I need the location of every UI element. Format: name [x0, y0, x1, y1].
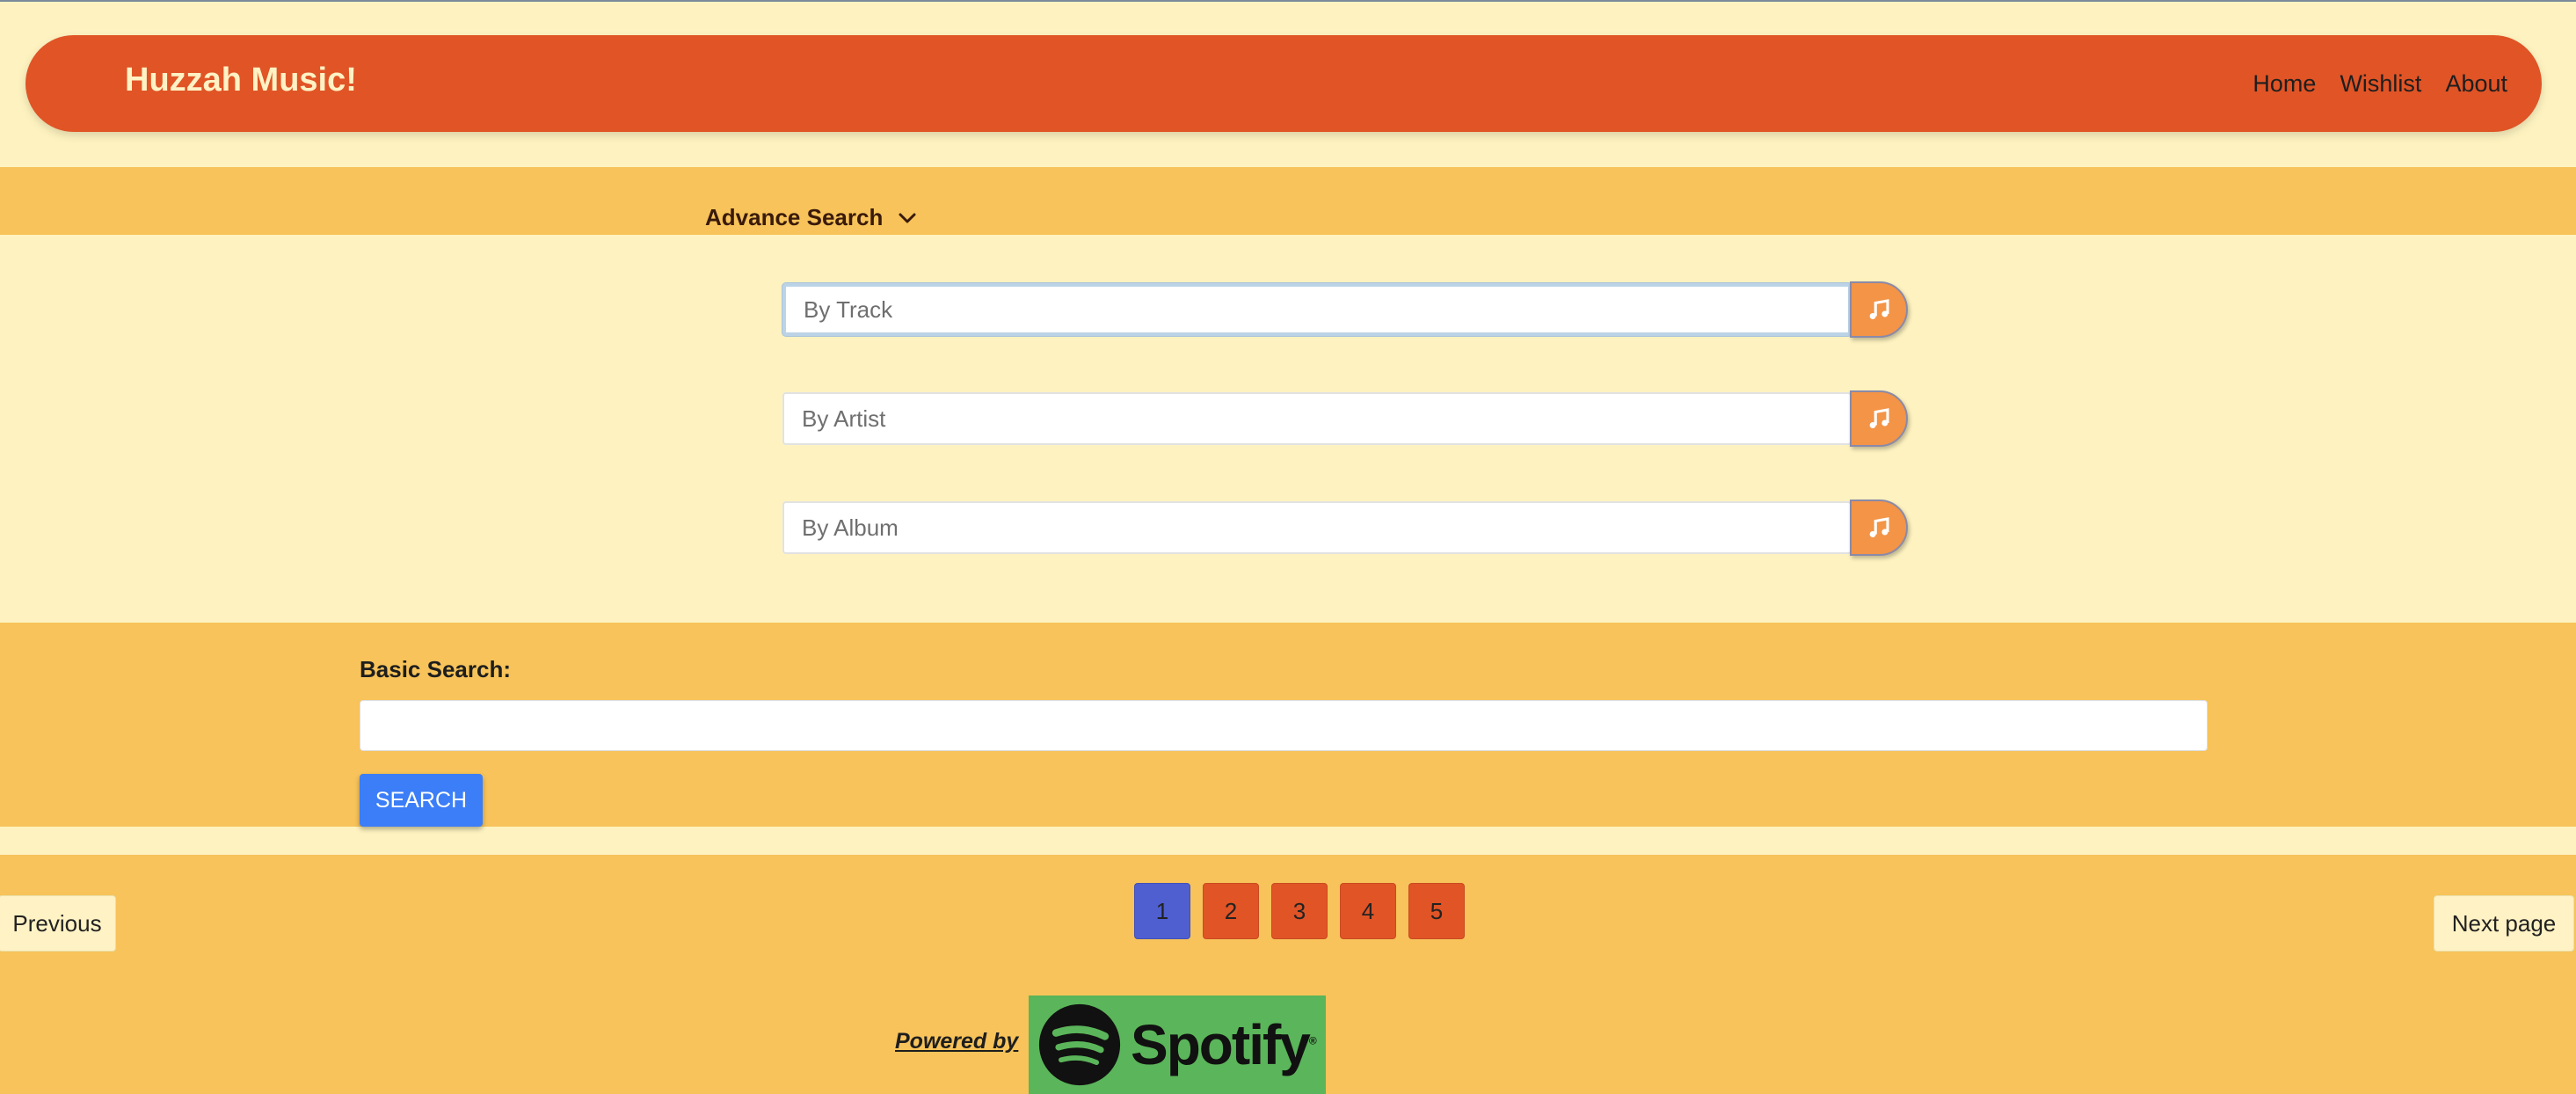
artist-search-row	[782, 390, 1908, 447]
nav-home[interactable]: Home	[2252, 70, 2316, 98]
track-search-input[interactable]	[782, 283, 1852, 336]
music-note-icon	[1869, 299, 1889, 319]
pagination-section: Previous 1 2 3 4 5 Next page Powered by …	[0, 855, 2576, 1094]
next-page-button[interactable]: Next page	[2434, 895, 2574, 952]
registered-mark: ®	[1308, 1034, 1317, 1047]
artist-search-button[interactable]	[1850, 390, 1908, 447]
search-button[interactable]: SEARCH	[360, 774, 483, 827]
spotify-wordmark: Spotify®	[1131, 1012, 1317, 1077]
page-3[interactable]: 3	[1271, 883, 1328, 939]
advanced-search-toggle[interactable]: Advance Search	[705, 204, 918, 231]
basic-search-input[interactable]	[360, 700, 2208, 751]
powered-by-link[interactable]: Powered by	[895, 1029, 1018, 1054]
track-search-row	[782, 281, 1908, 338]
brand-title[interactable]: Huzzah Music!	[125, 62, 357, 99]
previous-button[interactable]: Previous	[0, 895, 116, 952]
basic-search-label: Basic Search:	[360, 656, 511, 682]
nav-about[interactable]: About	[2445, 70, 2507, 98]
music-note-icon	[1869, 408, 1889, 428]
artist-search-input[interactable]	[782, 392, 1852, 445]
page-2[interactable]: 2	[1203, 883, 1259, 939]
advanced-search-label: Advance Search	[705, 204, 884, 230]
advanced-search-panel	[0, 235, 2576, 623]
chevron-down-icon	[899, 213, 916, 222]
album-search-row	[782, 500, 1908, 556]
basic-search-section: Basic Search: SEARCH	[0, 623, 2576, 827]
spotify-logo[interactable]: Spotify®	[1029, 996, 1326, 1094]
album-search-input[interactable]	[782, 501, 1852, 554]
album-search-button[interactable]	[1850, 500, 1908, 556]
music-note-icon	[1869, 517, 1889, 537]
track-search-button[interactable]	[1850, 281, 1908, 338]
spotify-icon	[1038, 1003, 1121, 1086]
advanced-search-bar: Advance Search	[0, 167, 2576, 235]
page-5[interactable]: 5	[1408, 883, 1465, 939]
spotify-wordmark-text: Spotify	[1131, 1013, 1311, 1076]
nav-wishlist[interactable]: Wishlist	[2340, 70, 2421, 98]
page-4[interactable]: 4	[1340, 883, 1396, 939]
page-list: 1 2 3 4 5	[1134, 883, 1465, 939]
nav-links: Home Wishlist About	[2252, 70, 2507, 98]
navbar: Huzzah Music! Home Wishlist About	[25, 35, 2542, 132]
page-1[interactable]: 1	[1134, 883, 1190, 939]
